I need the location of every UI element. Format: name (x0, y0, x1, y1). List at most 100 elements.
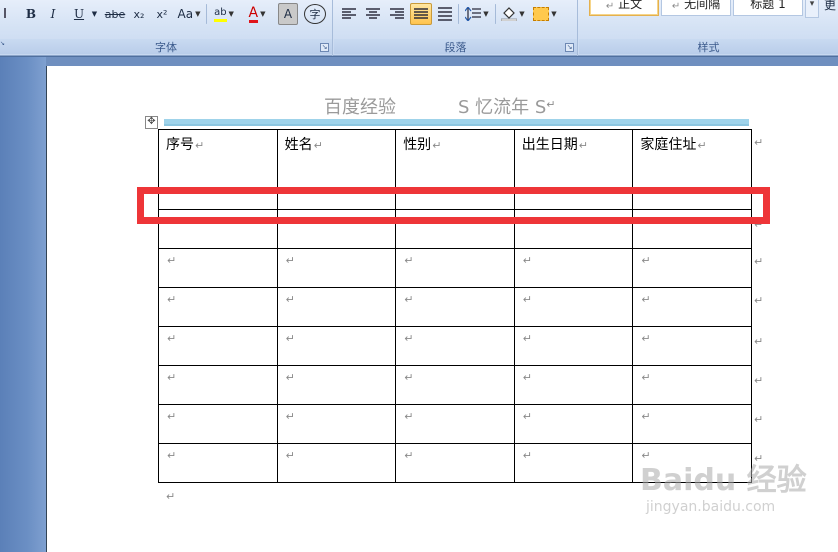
table-cell[interactable]: ↵ (395, 248, 515, 288)
highlight-button[interactable]: ab ▼ (209, 3, 239, 25)
row-end-mark: ↵ (754, 294, 764, 307)
data-table[interactable]: 序号↵ 姓名↵ 性别↵ 出生日期↵ 家庭住址↵ ↵ ↵ ↵ ↵ ↵ ↵ ↵ ↵ ↵ ↵ ↵ ↵ ↵ ↵… (158, 129, 752, 483)
font-dialog-launcher-icon[interactable]: ↘ (320, 43, 329, 52)
strikethrough-button[interactable]: abe (103, 3, 127, 25)
cell-mark: ↵ (522, 332, 532, 345)
table-cell[interactable]: ↵ (395, 287, 515, 327)
table-cell[interactable]: ↵ (276, 365, 397, 405)
enclose-characters-button[interactable]: 字 (304, 4, 326, 24)
style-no-spacing-mark: ↵ (671, 1, 681, 12)
cell-mark: ↵ (167, 293, 177, 306)
style-no-spacing[interactable]: ↵ 无间隔 (661, 0, 731, 16)
row-end-mark: ↵ (754, 255, 764, 268)
styles-more-icon[interactable]: ▾ (805, 0, 819, 18)
align-center-button[interactable] (362, 3, 384, 25)
table-cell[interactable]: ↵ (632, 365, 752, 405)
table-cell[interactable]: ↵ (395, 326, 515, 366)
document-header[interactable]: 百度经验 S 忆流年 S ↵ (324, 93, 556, 119)
char-shading-button[interactable]: A (278, 3, 298, 25)
table-cell[interactable]: ↵ (158, 443, 278, 483)
header-rule (164, 119, 749, 126)
table-cell[interactable]: ↵ (276, 404, 397, 444)
justify-button[interactable] (410, 3, 432, 25)
table-cell[interactable]: ↵ (158, 365, 278, 405)
table-cell[interactable]: ↵ (276, 287, 397, 327)
line-spacing-icon (465, 7, 482, 21)
page-top-shadow (46, 57, 838, 66)
table-cell[interactable]: ↵ (158, 248, 278, 288)
italic-button[interactable]: I (44, 3, 62, 25)
font-color-icon: A (248, 4, 259, 23)
table-cell[interactable]: ↵ (158, 287, 278, 327)
style-heading-1[interactable]: 标题 1 (733, 0, 803, 16)
table-header-cell[interactable]: 家庭住址↵ (632, 129, 752, 188)
table-cell[interactable]: ↵ (632, 404, 752, 444)
cell-mark: ↵ (404, 449, 414, 462)
align-right-button[interactable] (386, 3, 408, 25)
table-cell[interactable]: ↵ (632, 287, 752, 327)
align-left-button[interactable] (338, 3, 360, 25)
table-cell[interactable]: ↵ (513, 248, 634, 288)
style-normal-label: 正文 (618, 0, 643, 11)
paragraph-dialog-launcher-icon[interactable]: ↘ (565, 43, 574, 52)
distributed-button[interactable] (434, 3, 456, 25)
table-cell[interactable]: ↵ (395, 404, 515, 444)
table-cell[interactable]: ↵ (513, 443, 634, 483)
table-cell[interactable]: ↵ (158, 404, 278, 444)
cell-mark: ↵ (522, 293, 532, 306)
line-spacing-button[interactable]: ▼ (462, 3, 492, 25)
table-cell[interactable]: ↵ (513, 326, 634, 366)
table-cell[interactable]: ↵ (276, 248, 397, 288)
format-painter-icon[interactable] (0, 8, 6, 18)
header-paragraph-mark: ↵ (546, 98, 556, 111)
table-cell[interactable]: ↵ (158, 326, 278, 366)
table-header-cell[interactable]: 序号↵ (158, 129, 278, 188)
distributed-icon (438, 7, 452, 21)
paragraph-group-label: 段落 (334, 39, 577, 54)
paragraph-mark: ↵ (166, 490, 176, 503)
clipboard-launcher-icon[interactable]: ↘ (0, 40, 6, 48)
underline-dropdown-icon[interactable]: ▼ (90, 3, 99, 25)
cell-mark: ↵ (167, 410, 177, 423)
cell-mark: ↵ (404, 410, 414, 423)
style-normal[interactable]: ↵ 正文 (589, 0, 659, 16)
cell-mark: ↵ (522, 410, 532, 423)
shading-button[interactable]: ▼ (498, 3, 528, 25)
table-header-cell[interactable]: 姓名↵ (276, 129, 397, 188)
table-cell[interactable]: ↵ (276, 326, 397, 366)
table-cell[interactable]: ↵ (632, 248, 752, 288)
superscript-button[interactable]: x² (152, 3, 172, 25)
table-cell[interactable]: ↵ (632, 326, 752, 366)
row-end-mark: ↵ (754, 136, 764, 149)
table-cell[interactable]: ↵ (395, 443, 515, 483)
underline-button[interactable]: U (68, 3, 90, 25)
cell-mark: ↵ (195, 139, 205, 152)
cell-mark: ↵ (641, 410, 651, 423)
table-move-handle-icon[interactable]: ✥ (145, 116, 158, 129)
table-cell[interactable]: ↵ (513, 404, 634, 444)
styles-group: ↵ 正文 ↵ 无间隔 标题 1 ▾ 更 样式 (579, 0, 838, 56)
row-end-mark: ↵ (754, 413, 764, 426)
cell-mark: ↵ (167, 332, 177, 345)
table-header-cell[interactable]: 性别↵ (395, 129, 515, 188)
change-styles-button[interactable]: 更 (824, 0, 836, 13)
bold-button[interactable]: B (22, 3, 40, 25)
table-cell[interactable]: ↵ (513, 365, 634, 405)
font-color-button[interactable]: A ▼ (243, 3, 271, 25)
change-case-button[interactable]: Aa ▼ (175, 3, 203, 25)
toolbar-separator (206, 4, 207, 24)
toolbar-separator (495, 4, 496, 24)
cell-mark: ↵ (167, 449, 177, 462)
toolbar-separator (458, 4, 459, 24)
align-right-icon (390, 8, 404, 19)
subscript-button[interactable]: x₂ (129, 3, 149, 25)
table-cell[interactable]: ↵ (395, 365, 515, 405)
table-header-cell[interactable]: 出生日期↵ (513, 129, 634, 188)
borders-button[interactable]: ▼ (530, 3, 560, 25)
table-cell[interactable]: ↵ (513, 287, 634, 327)
cell-mark: ↵ (285, 371, 295, 384)
cell-mark: ↵ (522, 254, 532, 267)
table-header-row: 序号↵ 姓名↵ 性别↵ 出生日期↵ 家庭住址↵ (158, 129, 752, 188)
cell-mark: ↵ (641, 332, 651, 345)
table-cell[interactable]: ↵ (276, 443, 397, 483)
